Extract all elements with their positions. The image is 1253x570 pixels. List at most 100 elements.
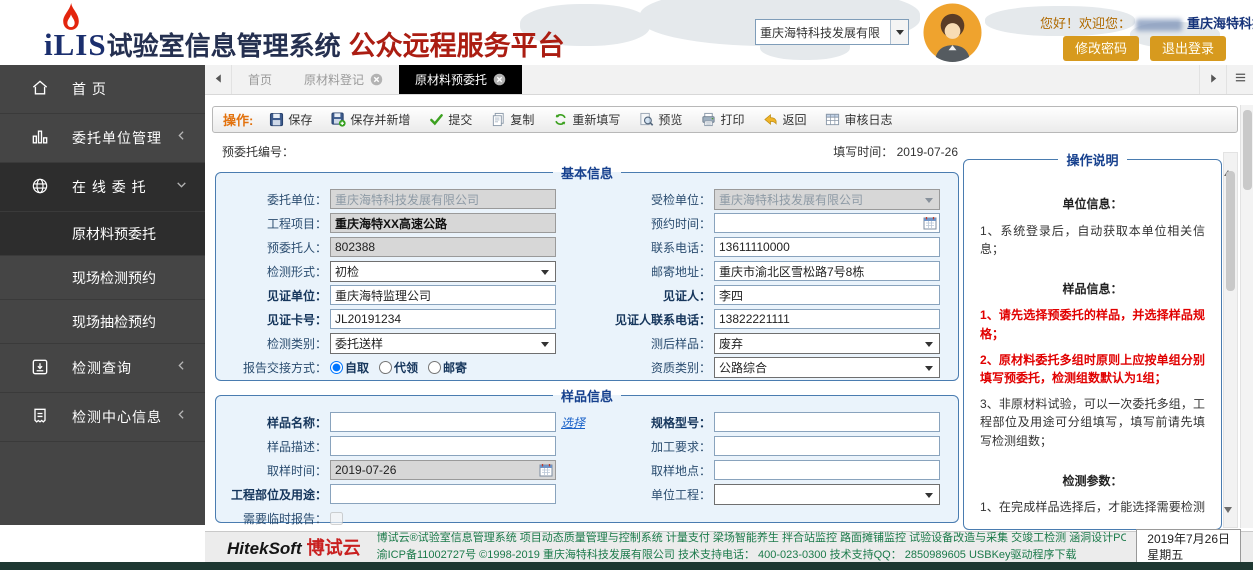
test-category-control: 委托送样	[330, 333, 556, 354]
report-handover-radio-mail[interactable]: 邮寄	[428, 359, 467, 376]
sample-name-input[interactable]	[330, 412, 556, 432]
scroll-down-icon[interactable]	[1224, 513, 1237, 527]
sample-desc-control	[330, 436, 556, 456]
instructions-item: 1、系统登录后，自动获取本单位相关信息；	[980, 222, 1205, 259]
report-handover-radio-input-self-pickup[interactable]	[330, 361, 343, 374]
sampling-place-label: 取样地点：	[594, 462, 714, 479]
post-test-sample-control: 废弃	[714, 333, 940, 354]
form-row-witness-phone: 见证人联系电话：	[594, 307, 948, 331]
tab-raw-material-pre-commission[interactable]: 原材料预委托	[399, 65, 522, 94]
toolbar-button-save[interactable]: 保存	[269, 111, 312, 128]
sidebar-subitem-site-sampling-booking[interactable]: 现场抽检预约	[0, 300, 205, 344]
toolbar-button-back[interactable]: 返回	[763, 111, 806, 128]
toolbar-button-refill[interactable]: 重新填写	[553, 111, 620, 128]
report-handover-radio-input-mail[interactable]	[428, 361, 441, 374]
qualification-category-select[interactable]: 公路综合	[714, 357, 940, 378]
toolbar-button-label: 复制	[510, 111, 534, 128]
sidebar-item-home[interactable]: 首 页	[0, 65, 205, 114]
witness-person-input[interactable]	[714, 285, 940, 305]
sample-desc-input[interactable]	[330, 436, 556, 456]
test-category-select[interactable]: 委托送样	[330, 333, 556, 354]
sidebar-item-test-query[interactable]: 检测查询	[0, 344, 205, 393]
scroll-up-icon[interactable]	[1224, 153, 1237, 167]
calendar-icon[interactable]	[539, 463, 553, 480]
sample-name-picker-link[interactable]: 选择	[561, 414, 585, 431]
project-part-usage-input[interactable]	[330, 484, 556, 504]
toolbar-button-print[interactable]: 打印	[701, 111, 744, 128]
instructions-item: 1、在完成样品选择后，才能选择需要检测的参数；	[980, 498, 1205, 519]
post-test-sample-select[interactable]: 废弃	[714, 333, 940, 354]
form-row-report-handover: 报告交接方式：自取代领邮寄	[226, 355, 578, 379]
toolbar-button-audit-log[interactable]: 审核日志	[825, 111, 892, 128]
instructions-item: 3、非原材料试验，可以一次委托多组，工程部位及用途可分组填写，填写前请先填写检测…	[980, 395, 1205, 451]
toolbar-button-label: 打印	[720, 111, 744, 128]
form-row-witness-card: 见证卡号：	[226, 307, 578, 331]
toolbar-button-preview[interactable]: 预览	[639, 111, 682, 128]
toolbar-button-save-and-new[interactable]: 保存并新增	[331, 111, 410, 128]
toolbar-button-copy[interactable]: 复制	[491, 111, 534, 128]
sidebar-item-online-commission[interactable]: 在 线 委 托	[0, 163, 205, 212]
tab-list-button[interactable]	[1226, 65, 1253, 94]
tab-home[interactable]: 首页	[232, 65, 288, 94]
header: iLIS试验室信息管理系统公众远程服务平台 重庆海特科技发展有限 您好！欢迎您：…	[0, 0, 1253, 65]
form-row-unit-project: 单位工程：	[594, 482, 948, 506]
calendar-icon[interactable]	[923, 216, 937, 233]
witness-unit-input[interactable]	[330, 285, 556, 305]
change-password-button[interactable]: 修改密码	[1063, 36, 1139, 61]
processing-req-label: 加工要求：	[594, 438, 714, 455]
spec-model-label: 规格型号：	[594, 414, 714, 431]
scrollbar-thumb[interactable]	[1226, 171, 1235, 291]
tab-label: 原材料预委托	[415, 71, 487, 88]
tab-scroll-left-button[interactable]	[205, 65, 232, 94]
sidebar-subitem-label: 原材料预委托	[72, 224, 156, 244]
report-handover-label: 报告交接方式：	[226, 359, 330, 376]
test-form-select[interactable]: 初检	[330, 261, 556, 282]
form-row-inspected-unit: 受检单位：重庆海特科技发展有限公司	[594, 187, 948, 211]
weekday-text: 星期五	[1147, 547, 1230, 563]
report-handover-radio-proxy-pickup[interactable]: 代领	[379, 359, 418, 376]
processing-req-input[interactable]	[714, 436, 940, 456]
report-handover-radio-self-pickup[interactable]: 自取	[330, 359, 369, 376]
spec-model-control	[714, 412, 940, 432]
report-handover-radio-group: 自取代领邮寄	[330, 359, 467, 376]
close-icon[interactable]	[493, 73, 506, 86]
test-form-label: 检测形式：	[226, 263, 330, 280]
select-value: 重庆海特科技发展有限公司	[719, 191, 863, 208]
sample-desc-label: 样品描述：	[226, 438, 330, 455]
tab-raw-material-register[interactable]: 原材料登记	[288, 65, 399, 94]
select-value: 废弃	[719, 335, 743, 352]
close-icon[interactable]	[370, 73, 383, 86]
witness-card-input[interactable]	[330, 309, 556, 329]
report-handover-radio-input-proxy-pickup[interactable]	[379, 361, 392, 374]
contact-phone-input[interactable]	[714, 237, 940, 257]
logout-button[interactable]: 退出登录	[1150, 36, 1226, 61]
booking-time-input[interactable]	[714, 213, 940, 233]
instructions-scrollbar[interactable]	[1223, 152, 1238, 528]
form-row-processing-req: 加工要求：	[594, 434, 948, 458]
scrollbar-thumb[interactable]	[1243, 110, 1252, 190]
sidebar-subitem-raw-material-pre-commission[interactable]: 原材料预委托	[0, 212, 205, 256]
avatar[interactable]	[923, 3, 982, 62]
sampling-time-label: 取样时间：	[226, 462, 330, 479]
tab-scroll-right-button[interactable]	[1199, 65, 1226, 94]
project-part-usage-control	[330, 484, 556, 504]
witness-phone-input[interactable]	[714, 309, 940, 329]
page-scrollbar[interactable]	[1240, 105, 1253, 528]
spec-model-input[interactable]	[714, 412, 940, 432]
select-value	[719, 487, 722, 501]
sampling-place-input[interactable]	[714, 460, 940, 480]
sidebar-item-test-center-info[interactable]: 检测中心信息	[0, 393, 205, 442]
welcome-user-redacted	[1136, 19, 1182, 31]
witness-unit-control	[330, 285, 556, 305]
mailing-address-input[interactable]	[714, 261, 940, 281]
form-row-contact-phone: 联系电话：	[594, 235, 948, 259]
unit-project-select[interactable]	[714, 484, 940, 505]
client-unit-input	[330, 189, 556, 209]
instructions-item: 1、请先选择预委托的样品，并选择样品规格；	[980, 306, 1205, 343]
company-select[interactable]: 重庆海特科技发展有限	[755, 19, 909, 45]
sampling-time-input[interactable]: 2019-07-26	[330, 460, 556, 480]
sidebar-item-label: 委托单位管理	[72, 128, 175, 148]
sidebar-subitem-site-test-booking[interactable]: 现场检测预约	[0, 256, 205, 300]
sidebar-item-client-unit-management[interactable]: 委托单位管理	[0, 114, 205, 163]
toolbar-button-submit[interactable]: 提交	[429, 111, 472, 128]
